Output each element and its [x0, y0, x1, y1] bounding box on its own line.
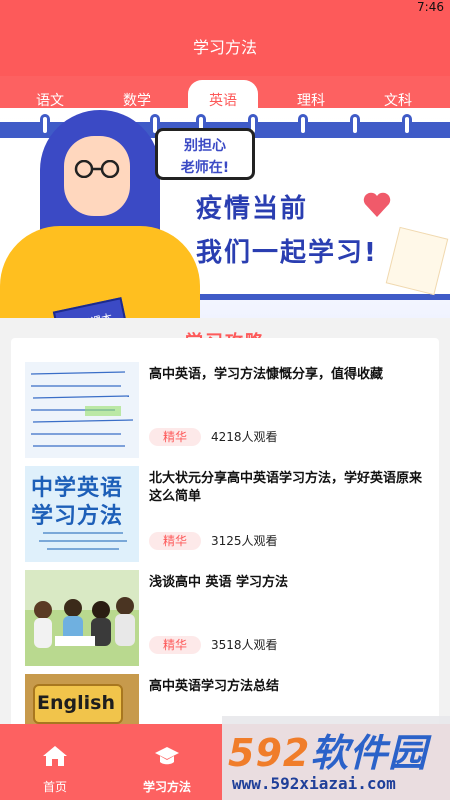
status-bar: 7:46: [0, 0, 450, 16]
graduation-cap-icon: [155, 747, 179, 765]
app-header: 学习方法: [0, 16, 450, 76]
bubble-line-2: 老师在!: [180, 160, 230, 176]
article-title: 浅谈高中 英语 学习方法: [149, 575, 289, 590]
watermark-logo: 592软件园 www.592xiazai.com: [222, 716, 450, 800]
tab-science[interactable]: 理科: [276, 90, 346, 110]
nav-study-methods-label: 学习方法: [142, 780, 191, 794]
status-time: 7:46: [417, 0, 444, 14]
article-list: 高中英语，学习方法慷慨分享，值得收藏 精华 4218人观看 中学英语 学习方法 …: [11, 338, 439, 730]
view-count: 3518人观看: [211, 638, 278, 652]
article-title: 高中英语，学习方法慷慨分享，值得收藏: [149, 367, 384, 382]
divider: [43, 532, 123, 534]
nav-home-label: 首页: [42, 780, 67, 794]
promo-banner[interactable]: 笔记课本 别担心 老师在! 疫情当前 我们一起学习!: [0, 108, 450, 318]
watermark-text: 软件园: [310, 731, 428, 775]
featured-badge: 精华: [149, 636, 201, 654]
watermark-number: 592: [228, 731, 311, 775]
article-thumbnail: [25, 570, 139, 666]
heart-icon: [363, 192, 391, 217]
watermark-url: www.592xiazai.com: [232, 774, 396, 793]
view-count: 3125人观看: [211, 534, 278, 548]
bubble-line-1: 别担心: [184, 138, 226, 154]
nav-home[interactable]: 首页: [0, 724, 110, 800]
binder-ring: [350, 114, 360, 136]
slogan-line-1: 疫情当前: [196, 194, 309, 224]
notebook-photo-icon: [25, 362, 139, 458]
keyboard-key-label: English: [37, 692, 115, 714]
glasses-icon: [74, 160, 120, 178]
tab-english[interactable]: 英语: [188, 80, 258, 110]
tab-math[interactable]: 数学: [102, 90, 172, 110]
book-cover-line-2: 学习方法: [31, 504, 124, 529]
list-item[interactable]: 浅谈高中 英语 学习方法 精华 3518人观看: [25, 570, 429, 666]
view-count: 4218人观看: [211, 430, 278, 444]
article-thumbnail: 中学英语 学习方法: [25, 466, 139, 562]
binder-ring: [402, 114, 412, 136]
page-title: 学习方法: [192, 38, 257, 57]
category-tabs: 语文 数学 英语 理科 文科: [0, 76, 450, 110]
slogan-line-2: 我们一起学习!: [196, 238, 378, 268]
list-item[interactable]: 中学英语 学习方法 北大状元分享高中英语学习方法，学好英语原来这么简单 精华 3…: [25, 466, 429, 562]
speech-bubble: 别担心 老师在!: [155, 128, 255, 180]
watermark-brand: 592软件园: [228, 722, 427, 777]
tab-chinese[interactable]: 语文: [15, 90, 85, 110]
list-item[interactable]: 高中英语，学习方法慷慨分享，值得收藏 精华 4218人观看: [25, 362, 429, 458]
article-thumbnail: [25, 362, 139, 458]
divider: [39, 540, 127, 542]
students-photo-icon: [25, 570, 139, 666]
article-thumbnail: English: [25, 674, 139, 730]
divider: [47, 548, 119, 550]
binder-ring: [40, 114, 50, 136]
nav-study-methods[interactable]: 学习方法: [112, 724, 222, 800]
home-icon: [43, 746, 67, 766]
featured-badge: 精华: [149, 532, 201, 550]
article-title: 北大状元分享高中英语学习方法，学好英语原来这么简单: [149, 471, 423, 504]
tab-liberal-arts[interactable]: 文科: [363, 90, 433, 110]
featured-badge: 精华: [149, 428, 201, 446]
binder-ring: [298, 114, 308, 136]
article-title: 高中英语学习方法总结: [149, 679, 280, 694]
